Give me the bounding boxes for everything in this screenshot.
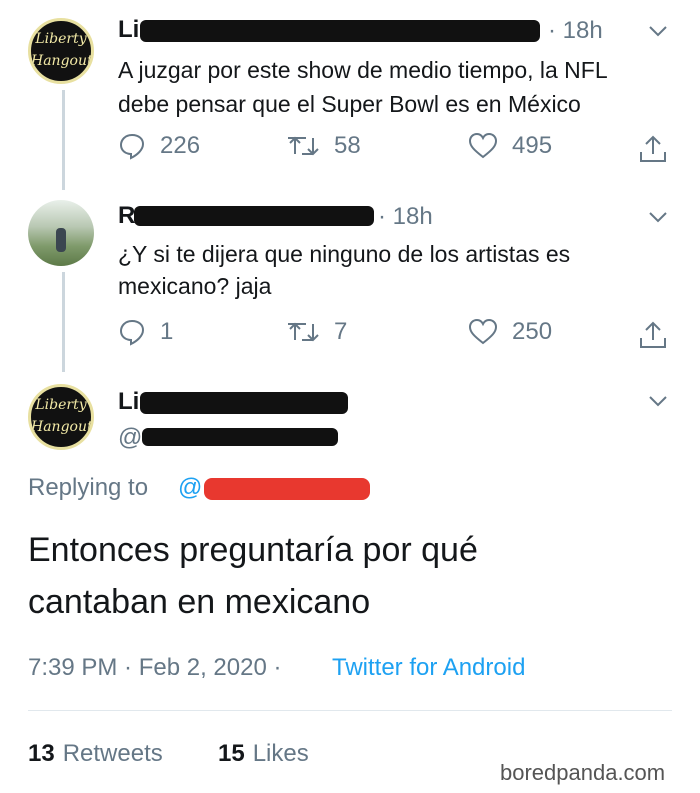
watermark: boredpanda.com — [500, 760, 666, 785]
tweet2-avatar[interactable] — [28, 200, 94, 266]
tweet2-author-name[interactable]: R — [118, 202, 135, 230]
chevron-down-icon[interactable] — [648, 394, 668, 408]
avatar-logo-text-bottom: Hangout — [31, 53, 93, 69]
avatar-logo-text-bottom: Hangout — [31, 419, 93, 435]
tweet1-reply-count: 226 — [160, 132, 201, 159]
likes-count: 15 — [218, 740, 245, 767]
replying-to-handle[interactable]: @ — [178, 474, 202, 502]
chevron-down-icon[interactable] — [648, 210, 668, 224]
tweet2-retweet-count: 7 — [334, 318, 348, 345]
tweet2-reply-button[interactable]: 1 — [118, 318, 173, 346]
avatar-logo-text-top: Liberty — [35, 397, 87, 413]
redaction-bar — [140, 20, 540, 42]
tweet1-author-name[interactable]: Li — [118, 16, 139, 44]
main-tweet-timestamp[interactable]: 7:39 PM · Feb 2, 2020 · — [28, 654, 281, 682]
share-icon[interactable] — [638, 134, 668, 164]
tweet2-time[interactable]: · 18h — [378, 203, 433, 231]
redaction-bar — [140, 392, 348, 414]
tweet1-time[interactable]: · 18h — [548, 17, 603, 45]
heart-icon — [468, 132, 498, 159]
retweets-count: 13 — [28, 740, 55, 767]
thread-line — [62, 272, 65, 372]
likes-stat[interactable]: 15 Likes — [218, 740, 309, 768]
replying-to-label: Replying to — [28, 474, 149, 501]
redaction-bar — [142, 428, 338, 446]
heart-icon — [468, 318, 498, 345]
tweet1-like-button[interactable]: 495 — [468, 132, 552, 160]
redaction-bar-red — [204, 478, 370, 500]
tweet2-reply-count: 1 — [160, 318, 174, 345]
tweet2-like-button[interactable]: 250 — [468, 318, 552, 346]
tweet1-retweet-count: 58 — [334, 132, 361, 159]
tweet1-like-count: 495 — [512, 132, 553, 159]
retweets-label: Retweets — [62, 740, 163, 767]
main-tweet-text-line2: cantaban en mexicano — [28, 583, 371, 621]
tweet1-text-line1: A juzgar por este show de medio tiempo, … — [118, 57, 608, 83]
main-tweet-avatar[interactable]: Liberty Hangout — [28, 384, 94, 450]
retweet-icon — [288, 322, 319, 342]
avatar-person-figure — [56, 228, 66, 252]
tweet1-retweet-button[interactable]: 58 — [288, 132, 361, 160]
reply-icon — [119, 133, 145, 160]
likes-label: Likes — [252, 740, 309, 767]
retweet-icon — [288, 136, 319, 156]
main-tweet-text-line1: Entonces preguntaría por qué — [28, 531, 478, 569]
tweet2-retweet-button[interactable]: 7 — [288, 318, 347, 346]
tweet1-avatar[interactable]: Liberty Hangout — [28, 18, 94, 84]
divider — [28, 710, 672, 711]
retweets-stat[interactable]: 13 Retweets — [28, 740, 163, 768]
thread-line — [62, 90, 65, 190]
tweet1-text-line2: debe pensar que el Super Bowl es en Méxi… — [118, 91, 581, 117]
main-tweet-source-link[interactable]: Twitter for Android — [332, 654, 525, 682]
main-tweet-handle[interactable]: @ — [118, 424, 142, 452]
main-tweet-author-name[interactable]: Li — [118, 388, 139, 416]
tweet2-text-line1: ¿Y si te dijera que ninguno de los artis… — [118, 241, 571, 267]
reply-icon — [119, 319, 145, 346]
avatar-logo-text-top: Liberty — [35, 31, 87, 47]
tweet2-like-count: 250 — [512, 318, 553, 345]
tweet1-reply-button[interactable]: 226 — [118, 132, 200, 160]
redaction-bar — [134, 206, 374, 226]
tweet2-text-line2: mexicano? jaja — [118, 273, 272, 299]
share-icon[interactable] — [638, 320, 668, 350]
chevron-down-icon[interactable] — [648, 24, 668, 38]
